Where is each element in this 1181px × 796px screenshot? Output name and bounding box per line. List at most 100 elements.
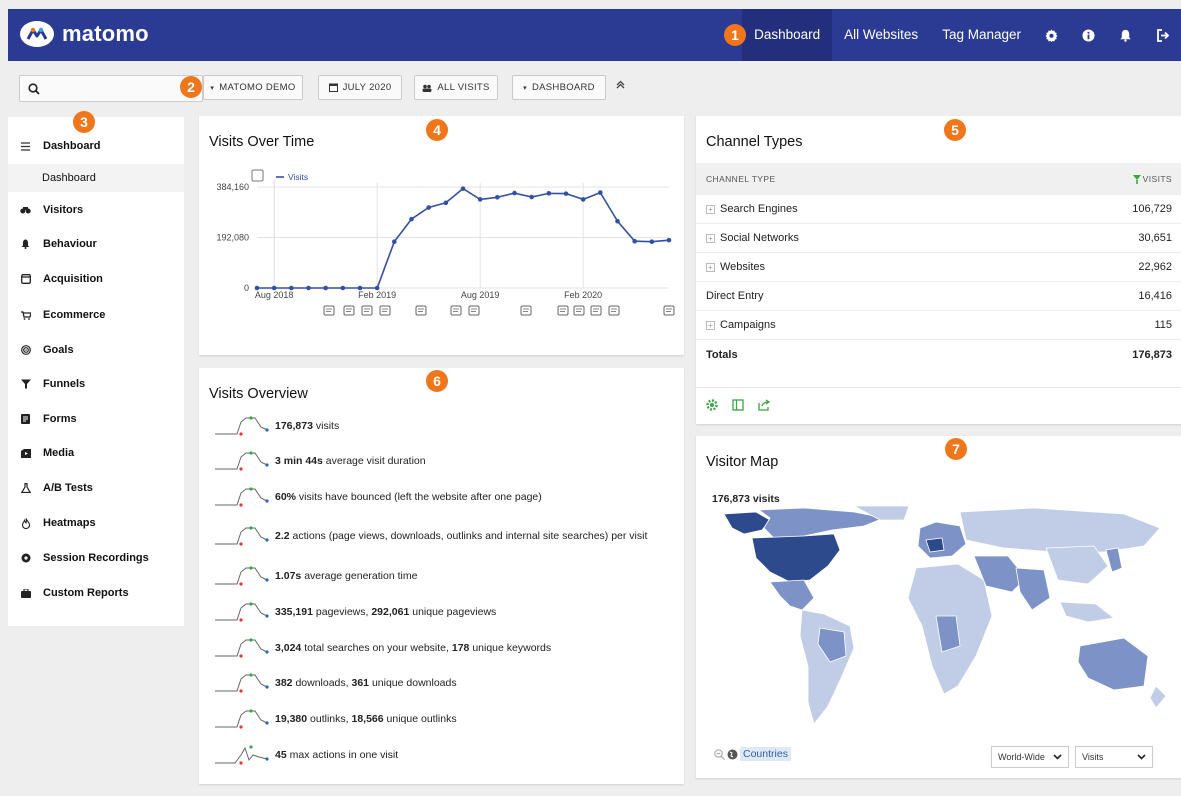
menu-ecommerce[interactable]: Ecommerce — [8, 301, 184, 329]
sparkline-icon[interactable] — [213, 565, 269, 587]
annotation-marker-icon[interactable] — [608, 305, 620, 316]
menu-behaviour[interactable]: Behaviour — [8, 230, 184, 258]
gear-icon[interactable] — [1033, 9, 1070, 61]
annotation-marker-icon[interactable] — [520, 305, 532, 316]
menu-custom-reports[interactable]: Custom Reports — [8, 579, 184, 607]
annotation-marker-icon[interactable] — [573, 305, 585, 316]
chart-type-icon[interactable] — [251, 169, 264, 182]
data-point[interactable] — [580, 197, 586, 202]
data-point[interactable] — [512, 190, 517, 196]
table-row[interactable]: + Search Engines 106,729 — [696, 195, 1181, 224]
expand-icon[interactable]: + — [706, 320, 715, 330]
annotation-marker-icon[interactable] — [468, 305, 480, 316]
table-row[interactable]: Direct Entry 16,416 — [696, 282, 1181, 311]
menu-visitors[interactable]: Visitors — [8, 196, 184, 224]
nav-all-websites[interactable]: All Websites — [832, 9, 930, 61]
menu-heatmaps[interactable]: Heatmaps — [8, 509, 184, 537]
table-row[interactable]: + Websites 22,962 — [696, 253, 1181, 282]
annotation-marker-icon[interactable] — [379, 305, 391, 316]
table-row[interactable]: + Social Networks 30,651 — [696, 224, 1181, 253]
data-point[interactable] — [598, 190, 603, 195]
export-icon[interactable] — [758, 399, 771, 411]
globe-icon[interactable] — [727, 749, 738, 760]
menu-acquisition[interactable]: Acquisition — [8, 265, 184, 293]
expand-icon[interactable]: + — [706, 204, 715, 214]
menu-forms[interactable]: Forms — [8, 405, 184, 433]
data-point[interactable] — [289, 285, 294, 291]
annotation-marker-icon[interactable] — [557, 305, 569, 316]
data-point[interactable] — [563, 191, 569, 196]
data-point[interactable] — [495, 194, 500, 200]
submenu-dashboard[interactable]: Dashboard — [8, 164, 184, 192]
data-point[interactable] — [357, 285, 363, 291]
menu-search-input[interactable] — [19, 75, 203, 102]
site-selector[interactable]: ▾ MATOMO DEMO — [203, 75, 303, 100]
data-point[interactable] — [546, 191, 552, 196]
data-point[interactable] — [460, 186, 466, 191]
expand-icon[interactable]: + — [706, 262, 715, 272]
data-point[interactable] — [409, 216, 414, 222]
sparkline-icon[interactable] — [213, 450, 269, 472]
data-point[interactable] — [632, 238, 637, 244]
settings-gear-icon[interactable] — [706, 399, 718, 411]
sparkline-icon[interactable] — [213, 486, 269, 508]
data-point[interactable] — [615, 218, 620, 224]
annotation-marker-icon[interactable] — [590, 305, 602, 316]
annotation-marker-icon[interactable] — [415, 305, 427, 316]
metric-select[interactable]: Visits — [1075, 746, 1153, 768]
sparkline-icon[interactable] — [213, 415, 269, 437]
nav-tag-manager[interactable]: Tag Manager — [930, 9, 1033, 61]
data-point[interactable] — [340, 285, 346, 291]
visualization-table-icon[interactable] — [732, 399, 744, 411]
dashboard-selector[interactable]: ▾ DASHBOARD — [512, 75, 606, 100]
chart-legend[interactable]: Visits — [251, 169, 308, 182]
data-point[interactable] — [666, 237, 672, 243]
bell-icon[interactable] — [1107, 9, 1144, 61]
column-header-channel[interactable]: CHANNEL TYPE — [706, 174, 776, 184]
data-point[interactable] — [323, 285, 328, 291]
sparkline-icon[interactable] — [213, 672, 269, 694]
sparkline-icon[interactable] — [213, 637, 269, 659]
sparkline-icon[interactable] — [213, 525, 269, 547]
info-icon[interactable] — [1070, 9, 1107, 61]
nav-dashboard[interactable]: Dashboard — [742, 9, 833, 61]
menu-funnels[interactable]: Funnels — [8, 370, 184, 398]
annotation-marker-icon[interactable] — [361, 305, 373, 316]
menu-media[interactable]: Media — [8, 439, 184, 467]
region-select[interactable]: World-Wide — [991, 746, 1069, 768]
expand-icon[interactable]: + — [706, 233, 715, 243]
window-icon — [8, 274, 43, 284]
column-header-visits-label: VISITS — [1142, 174, 1172, 184]
data-point[interactable] — [254, 285, 260, 291]
sparkline-icon[interactable] — [213, 601, 269, 623]
annotation-marker-icon[interactable] — [663, 305, 675, 316]
world-map[interactable] — [704, 506, 1174, 746]
data-point[interactable] — [392, 239, 397, 245]
matomo-logo[interactable]: matomo — [20, 21, 149, 47]
data-point[interactable] — [374, 285, 380, 291]
sparkline-icon[interactable] — [213, 744, 269, 766]
menu-session-recordings[interactable]: Session Recordings — [8, 544, 184, 572]
logout-icon[interactable] — [1144, 9, 1181, 61]
table-row[interactable]: + Campaigns 115 — [696, 311, 1181, 340]
annotation-marker-icon[interactable] — [450, 305, 462, 316]
menu-dashboard[interactable]: Dashboard — [8, 132, 184, 160]
countries-link[interactable]: Countries — [740, 747, 791, 761]
zoom-out-icon[interactable] — [714, 748, 725, 760]
data-point[interactable] — [306, 285, 311, 291]
data-point[interactable] — [529, 194, 534, 200]
column-header-visits[interactable]: VISITS — [1132, 174, 1172, 184]
data-point[interactable] — [443, 200, 449, 206]
menu-goals[interactable]: Goals — [8, 336, 184, 364]
data-point[interactable] — [649, 239, 655, 245]
annotation-marker-icon[interactable] — [323, 305, 335, 316]
menu-ab-tests[interactable]: A/B Tests — [8, 474, 184, 502]
data-point[interactable] — [271, 285, 277, 291]
date-selector[interactable]: JULY 2020 — [318, 75, 402, 100]
segment-selector[interactable]: ALL VISITS — [414, 75, 498, 100]
annotation-marker-icon[interactable] — [343, 305, 355, 316]
collapse-chevron-icon[interactable] — [616, 80, 625, 92]
data-point[interactable] — [426, 205, 431, 210]
sparkline-icon[interactable] — [213, 708, 269, 730]
data-point[interactable] — [477, 197, 483, 202]
